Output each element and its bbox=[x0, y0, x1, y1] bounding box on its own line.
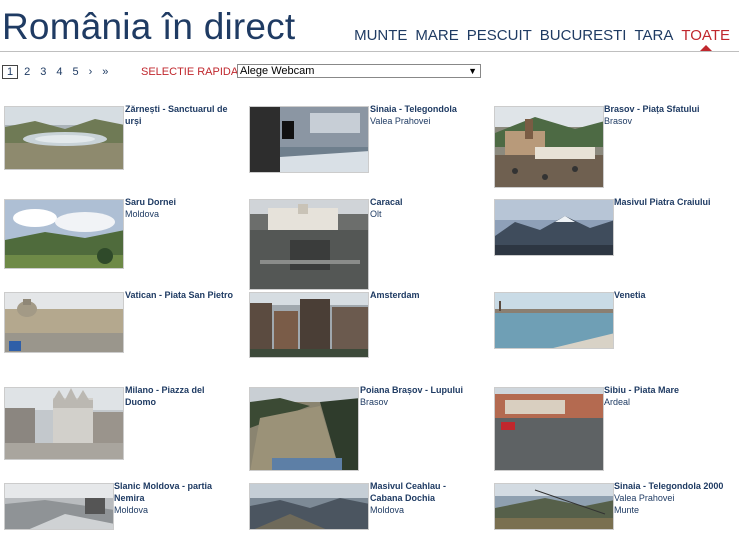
webcam-thumbnail[interactable] bbox=[494, 387, 604, 471]
webcam-region: Moldova bbox=[114, 505, 149, 515]
webcam-title[interactable]: Venetia bbox=[614, 289, 734, 301]
page-5[interactable]: 5 bbox=[73, 66, 79, 78]
webcam-title[interactable]: Zărnești - Sanctuarul de urși bbox=[125, 103, 240, 127]
webcam-region: Valea Prahovei bbox=[614, 493, 675, 503]
webcam-thumbnail[interactable] bbox=[4, 292, 124, 353]
webcam-region: Valea Prahovei bbox=[370, 116, 431, 126]
quick-select-label: SELECTIE RAPIDA bbox=[141, 66, 239, 78]
pagination: 1 2 3 4 5 › » bbox=[2, 65, 118, 79]
webcam-region: Ardeal bbox=[604, 397, 631, 407]
webcam-thumbnail[interactable] bbox=[4, 387, 124, 460]
page-2[interactable]: 2 bbox=[24, 66, 30, 78]
webcam-title[interactable]: Caracal bbox=[370, 196, 485, 208]
webcam-category: Munte bbox=[614, 505, 640, 515]
nav-tara[interactable]: TARA bbox=[634, 27, 673, 44]
webcam-title[interactable]: Poiana Brașov - Lupului bbox=[360, 384, 475, 396]
webcam-title[interactable]: Amsterdam bbox=[370, 289, 485, 301]
webcam-thumbnail[interactable] bbox=[494, 483, 614, 530]
webcam-title[interactable]: Masivul Ceahlau - Cabana Dochia bbox=[370, 480, 480, 504]
page-next[interactable]: › bbox=[89, 66, 93, 78]
webcam-title[interactable]: Sinaia - Telegondola bbox=[370, 103, 485, 115]
webcam-title[interactable]: Brasov - Piața Sfatului bbox=[604, 103, 729, 115]
webcam-title[interactable]: Masivul Piatra Craiului bbox=[614, 196, 739, 208]
webcam-region: Brasov bbox=[604, 116, 633, 126]
page-last[interactable]: » bbox=[102, 66, 108, 78]
header-divider bbox=[0, 51, 739, 52]
webcam-title[interactable]: Vatican - Piata San Pietro bbox=[125, 289, 235, 301]
webcam-region: Moldova bbox=[370, 505, 405, 515]
webcam-thumbnail[interactable] bbox=[249, 106, 369, 173]
webcam-thumbnail[interactable] bbox=[4, 106, 124, 170]
webcam-title[interactable]: Slanic Moldova - partia Nemira bbox=[114, 480, 234, 504]
page-4[interactable]: 4 bbox=[56, 66, 62, 78]
nav-munte[interactable]: MUNTE bbox=[354, 27, 407, 44]
webcam-thumbnail[interactable] bbox=[4, 199, 124, 269]
webcam-thumbnail[interactable] bbox=[249, 387, 359, 471]
webcam-region: Moldova bbox=[125, 209, 160, 219]
page-3[interactable]: 3 bbox=[40, 66, 46, 78]
webcam-thumbnail[interactable] bbox=[494, 199, 614, 256]
webcam-thumbnail[interactable] bbox=[249, 199, 369, 290]
webcam-thumbnail[interactable] bbox=[249, 483, 369, 530]
page-title: România în direct bbox=[2, 6, 296, 47]
page-1[interactable]: 1 bbox=[2, 65, 19, 79]
webcam-thumbnail[interactable] bbox=[249, 292, 369, 358]
webcam-title[interactable]: Milano - Piazza del Duomo bbox=[125, 384, 235, 408]
main-nav: MUNTE MARE PESCUIT BUCURESTI TARA TOATE bbox=[346, 27, 730, 51]
webcam-thumbnail[interactable] bbox=[4, 483, 114, 530]
chevron-down-icon: ▼ bbox=[468, 66, 477, 76]
webcam-region: Brasov bbox=[360, 397, 389, 407]
nav-toate[interactable]: TOATE bbox=[681, 27, 730, 51]
nav-bucuresti[interactable]: BUCURESTI bbox=[540, 27, 627, 44]
webcam-title[interactable]: Saru Dornei bbox=[125, 196, 240, 208]
nav-mare[interactable]: MARE bbox=[415, 27, 458, 44]
webcam-select-value: Alege Webcam bbox=[240, 65, 315, 77]
webcam-title[interactable]: Sibiu - Piata Mare bbox=[604, 384, 724, 396]
webcam-select[interactable]: Alege Webcam ▼ bbox=[237, 64, 481, 78]
webcam-thumbnail[interactable] bbox=[494, 292, 614, 349]
webcam-thumbnail[interactable] bbox=[494, 106, 604, 188]
webcam-title[interactable]: Sinaia - Telegondola 2000 bbox=[614, 480, 734, 492]
webcam-region: Olt bbox=[370, 209, 382, 219]
nav-pescuit[interactable]: PESCUIT bbox=[467, 27, 532, 44]
